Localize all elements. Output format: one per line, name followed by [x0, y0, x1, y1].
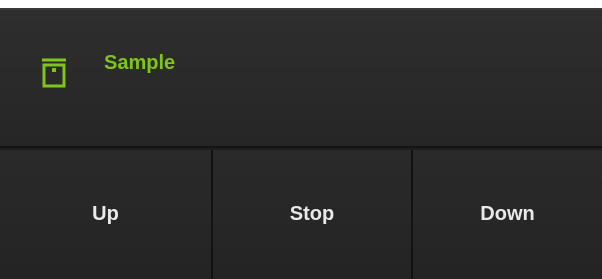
device-title: Sample [104, 52, 176, 74]
window-cover-icon [41, 58, 67, 88]
down-button[interactable]: Down [413, 150, 602, 279]
stop-button[interactable]: Stop [213, 150, 413, 279]
shutter-control-widget: Sample Up Stop Down [0, 8, 602, 279]
up-button[interactable]: Up [0, 150, 213, 279]
control-buttons: Up Stop Down [0, 150, 602, 279]
device-header: Sample [0, 10, 602, 148]
